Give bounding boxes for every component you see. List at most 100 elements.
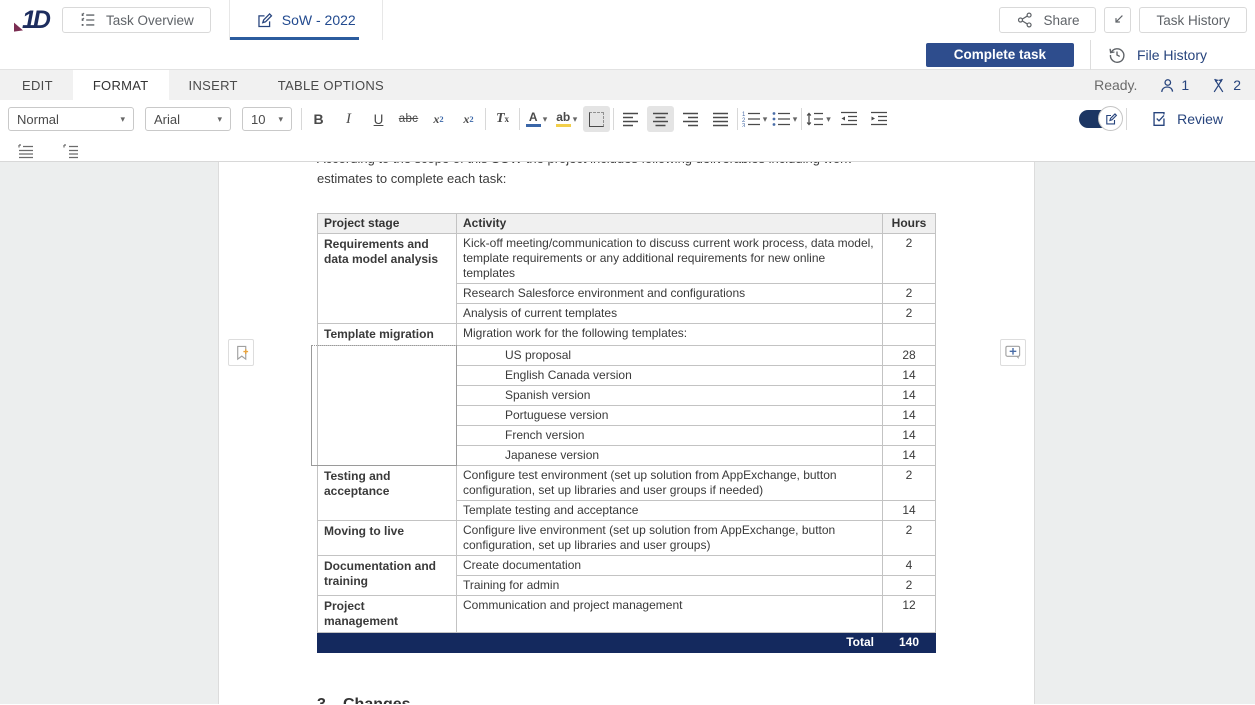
line-spacing-button[interactable]: ▾ [805,106,832,132]
chevron-down-icon: ▾ [793,114,798,125]
hours-cell[interactable]: 14 [883,501,936,521]
subscript-mark: 2 [469,114,473,124]
file-history-button[interactable]: File History [1107,45,1255,65]
align-right-button[interactable] [677,106,704,132]
hours-cell[interactable]: 14 [883,406,936,426]
collapse-arrow-icon [1110,12,1126,28]
font-color-button[interactable]: A ▾ [523,106,550,132]
divider [1090,40,1091,70]
activity-cell[interactable]: Spanish version [457,386,883,406]
align-justify-button[interactable] [707,106,734,132]
menu-tab-edit[interactable]: EDIT [2,70,73,100]
stage-cell[interactable]: Documentation and training [318,556,457,596]
document-page[interactable]: According to the scope of this SOW the p… [218,162,1035,704]
share-button[interactable]: Share [999,7,1096,33]
increase-indent-button[interactable] [865,106,892,132]
tab-sow-2022[interactable]: SoW - 2022 [229,0,383,40]
activity-cell[interactable]: US proposal [457,346,883,366]
activity-cell[interactable]: Template testing and acceptance [457,501,883,521]
divider [613,108,614,130]
hours-cell[interactable]: 2 [883,284,936,304]
menu-tab-table-options[interactable]: TABLE OPTIONS [258,70,404,100]
activity-cell[interactable]: Configure live environment (set up solut… [457,521,883,556]
flags-indicator[interactable]: 2 [1209,76,1241,95]
decrease-indent-button[interactable] [835,106,862,132]
numbered-list-button[interactable]: 1 2 3 ▾ [741,106,768,132]
clear-formatting-button[interactable]: Tx [489,106,516,132]
stage-cell[interactable]: Moving to live [318,521,457,556]
history-clock-icon [1107,45,1127,65]
stage-cell[interactable]: Template migration [318,324,457,346]
underline-button[interactable]: U [365,106,392,132]
align-center-button[interactable] [647,106,674,132]
share-icon [1016,11,1034,29]
decrease-indent-icon [840,111,858,127]
hours-cell[interactable]: 2 [883,576,936,596]
italic-button[interactable]: I [335,106,362,132]
add-comment-button[interactable] [1000,339,1026,366]
top-bar: 1D Task Overview SoW - 2022 S [0,0,1255,40]
section-heading: 3. Changes [317,696,1034,704]
hours-cell[interactable]: 2 [883,304,936,324]
review-label: Review [1177,111,1223,127]
font-size-value: 10 [251,112,265,127]
add-bookmark-button[interactable] [228,339,254,366]
subscript-button[interactable]: x2 [455,106,482,132]
stage-cell[interactable]: Requirements and data model analysis [318,234,457,324]
activity-cell[interactable]: Training for admin [457,576,883,596]
bullet-list-button[interactable]: ▾ [771,106,798,132]
paragraph-style-select[interactable]: Normal ▾ [8,107,134,131]
borders-button[interactable] [583,106,610,132]
task-overview-button[interactable]: Task Overview [62,7,211,33]
hours-cell[interactable]: 14 [883,366,936,386]
hours-cell[interactable]: 14 [883,446,936,466]
activity-cell[interactable]: Japanese version [457,446,883,466]
format-toolbar: Normal ▾ Arial ▾ 10 ▾ B I U abc x2 x2 Tx… [0,100,1255,138]
paragraph-spacing-before-button[interactable] [12,138,39,164]
hours-cell[interactable]: 2 [883,521,936,556]
hours-cell[interactable]: 2 [883,466,936,501]
hours-cell[interactable]: 12 [883,596,936,633]
menu-tab-insert[interactable]: INSERT [169,70,258,100]
bold-button[interactable]: B [305,106,332,132]
stage-cell[interactable]: Testing and acceptance [318,466,457,521]
stage-cell[interactable]: Project management [318,596,457,633]
font-size-select[interactable]: 10 ▾ [242,107,292,131]
task-history-button[interactable]: Task History [1139,7,1247,33]
activity-cell[interactable]: Portuguese version [457,406,883,426]
collapse-button[interactable] [1104,7,1131,33]
hours-cell[interactable]: 28 [883,346,936,366]
hours-cell[interactable]: 14 [883,386,936,406]
highlight-color-button[interactable]: ab ▾ [553,106,580,132]
app-logo: 1D [0,0,62,40]
menu-tab-format[interactable]: FORMAT [73,70,169,100]
hours-cell[interactable] [883,324,936,346]
sow-table[interactable]: Project stageActivityHours Requirements … [317,213,936,653]
strikethrough-button[interactable]: abc [395,106,422,132]
stage-cell[interactable] [318,346,457,466]
font-family-select[interactable]: Arial ▾ [145,107,231,131]
activity-cell[interactable]: English Canada version [457,366,883,386]
align-left-button[interactable] [617,106,644,132]
chevron-down-icon: ▾ [826,114,831,125]
activity-cell[interactable]: French version [457,426,883,446]
activity-cell[interactable]: Migration work for the following templat… [457,324,883,346]
hours-cell[interactable]: 4 [883,556,936,576]
activity-cell[interactable]: Create documentation [457,556,883,576]
activity-cell[interactable]: Research Salesforce environment and conf… [457,284,883,304]
hours-cell[interactable]: 2 [883,234,936,284]
activity-cell[interactable]: Communication and project management [457,596,883,633]
review-button[interactable]: Review [1130,110,1247,128]
activity-cell[interactable]: Configure test environment (set up solut… [457,466,883,501]
hours-cell[interactable]: 14 [883,426,936,446]
edit-mode-toggle[interactable] [1079,110,1117,128]
activity-cell[interactable]: Analysis of current templates [457,304,883,324]
activity-cell[interactable]: Kick-off meeting/communication to discus… [457,234,883,284]
complete-task-button[interactable]: Complete task [926,43,1074,67]
cell-selection-outline [311,345,457,466]
paragraph-indent-first-button[interactable] [57,138,84,164]
edit-document-icon [256,12,273,29]
superscript-button[interactable]: x2 [425,106,452,132]
edit-page-icon [1104,112,1118,126]
collaborators-indicator[interactable]: 1 [1157,76,1189,95]
